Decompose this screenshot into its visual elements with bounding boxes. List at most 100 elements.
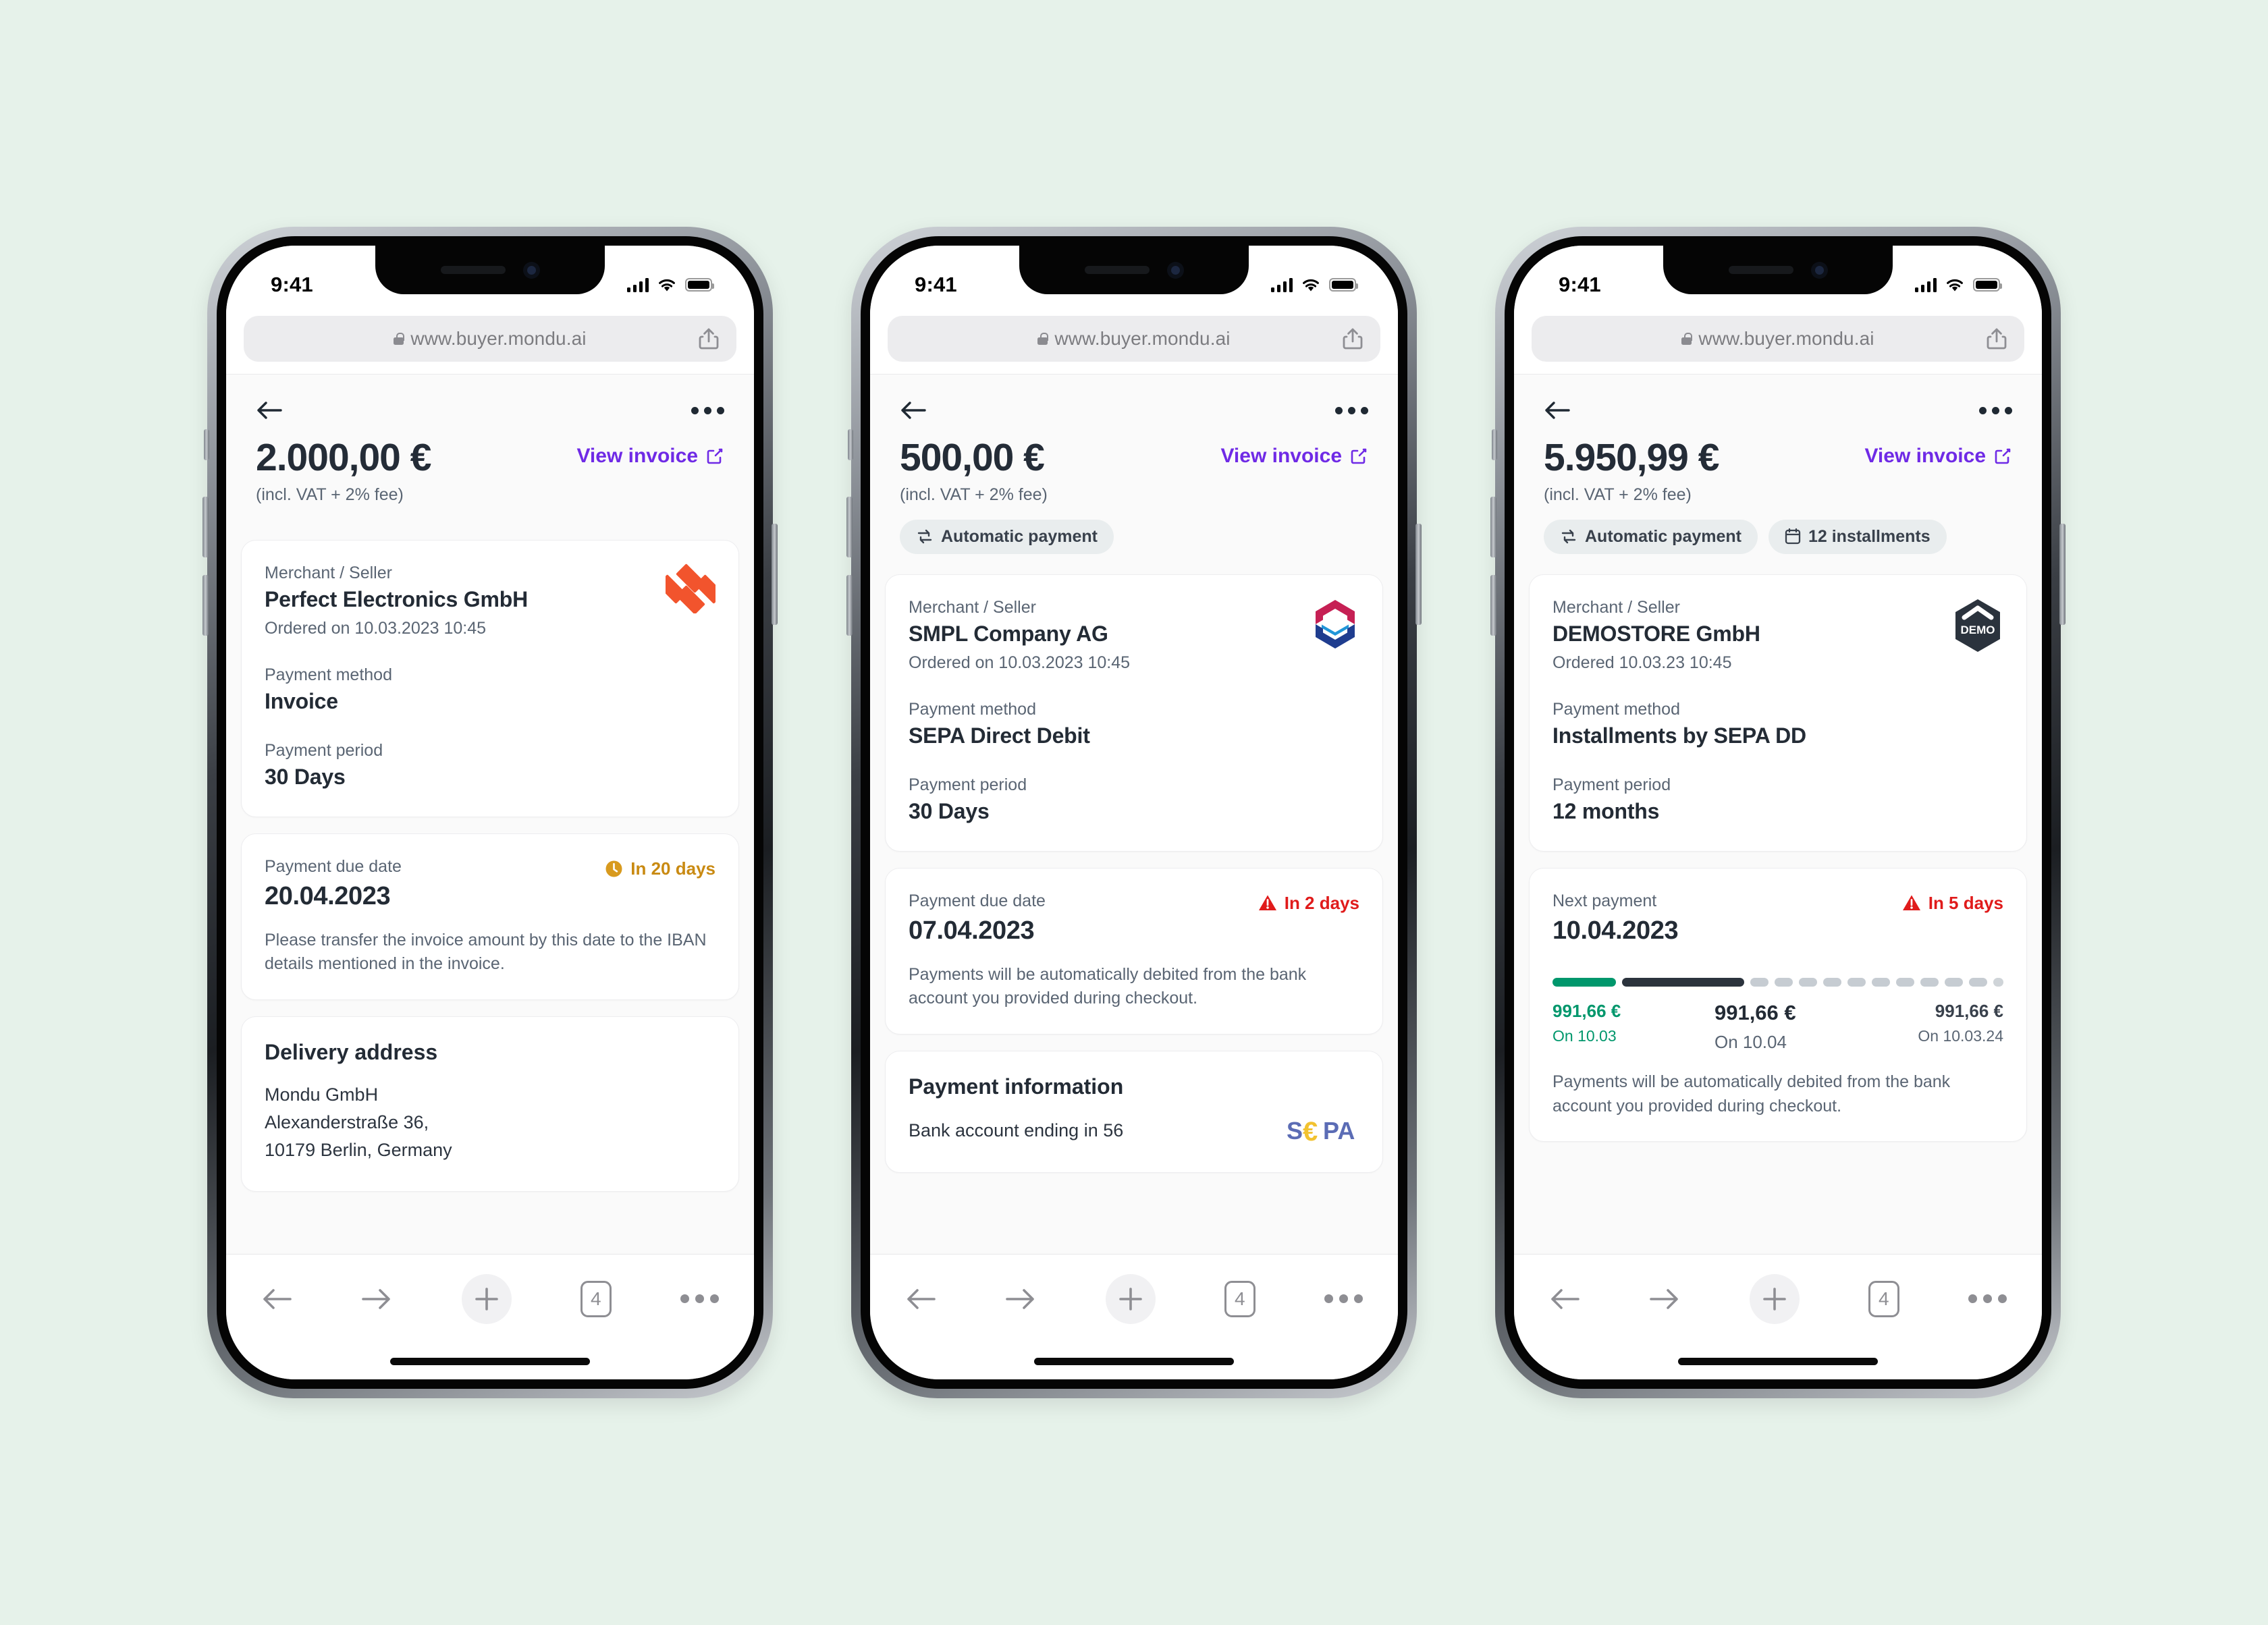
volume-up-button[interactable] — [202, 497, 209, 557]
payment-period-value: 12 months — [1552, 798, 1660, 823]
installment-segment-pending — [1823, 977, 1841, 987]
installment-markers: 991,66 € On 10.03 991,66 € On 10.04 991,… — [1552, 1000, 2003, 1053]
svg-text:DEMO: DEMO — [1961, 624, 1995, 636]
status-time: 9:41 — [271, 273, 313, 296]
more-dots-icon[interactable] — [691, 406, 724, 414]
arrow-left-icon[interactable] — [1544, 400, 1571, 420]
power-button[interactable] — [772, 524, 778, 625]
volume-down-button[interactable] — [1490, 575, 1496, 636]
new-tab-button[interactable] — [461, 1273, 512, 1324]
battery-icon — [1973, 278, 2002, 292]
more-dots-icon[interactable] — [1335, 406, 1368, 414]
volume-down-button[interactable] — [202, 575, 209, 636]
browser-toolbar: 4 — [1514, 1254, 2042, 1343]
merchant-label: Merchant / Seller — [265, 563, 392, 582]
tab-count-text: 4 — [1878, 1288, 1889, 1309]
arrow-left-icon[interactable] — [900, 400, 927, 420]
svg-text:S: S — [1287, 1117, 1303, 1145]
new-tab-button[interactable] — [1105, 1273, 1156, 1324]
view-invoice-link[interactable]: View invoice — [1864, 437, 2012, 468]
app-nav-row — [1514, 375, 2042, 424]
battery-icon — [685, 278, 714, 292]
address-bar[interactable]: www.buyer.mondu.ai — [244, 316, 736, 362]
merchant-name: SMPL Company AG — [909, 621, 1108, 646]
due-date-value: 20.04.2023 — [265, 881, 391, 910]
address-bar[interactable]: www.buyer.mondu.ai — [1532, 316, 2024, 362]
silent-switch[interactable] — [204, 429, 209, 460]
payment-method-field: Payment method Invoice — [265, 665, 716, 714]
auto-repeat-icon — [1561, 530, 1576, 544]
new-tab-button[interactable] — [1749, 1273, 1800, 1324]
url-bar-container: www.buyer.mondu.ai — [870, 313, 1398, 374]
external-link-icon — [1351, 448, 1367, 464]
delivery-address-lines: Mondu GmbH Alexanderstraße 36, 10179 Ber… — [265, 1081, 716, 1164]
calendar-icon — [1785, 528, 1801, 545]
installment-segment-pending — [1799, 977, 1817, 987]
merchant-label: Merchant / Seller — [1552, 597, 1680, 617]
pill-automatic-payment: Automatic payment — [900, 519, 1114, 554]
delivery-address-title: Delivery address — [265, 1039, 438, 1064]
more-dots-icon[interactable] — [1979, 406, 2012, 414]
page-content: 2.000,00 € View invoice (incl. VAT + 2% … — [226, 374, 754, 1254]
tab-count-button[interactable]: 4 — [1224, 1280, 1256, 1317]
installments-progress-bar — [1552, 977, 2003, 987]
status-time: 9:41 — [1559, 273, 1601, 296]
lock-icon — [1037, 333, 1048, 345]
page-content: 500,00 € View invoice (incl. VAT + 2% fe… — [870, 374, 1398, 1254]
pill-label: 12 installments — [1808, 526, 1931, 546]
share-icon[interactable] — [699, 327, 719, 350]
silent-switch[interactable] — [848, 429, 853, 460]
view-invoice-label: View invoice — [1864, 445, 1986, 467]
volume-up-button[interactable] — [846, 497, 853, 557]
browser-back-icon[interactable] — [261, 1287, 292, 1311]
arrow-left-icon[interactable] — [256, 400, 283, 420]
view-invoice-link[interactable]: View invoice — [576, 437, 724, 468]
svg-text:€: € — [1303, 1117, 1318, 1145]
status-indicators — [626, 277, 714, 292]
merchant-label: Merchant / Seller — [909, 597, 1036, 617]
address-bar[interactable]: www.buyer.mondu.ai — [888, 316, 1380, 362]
tab-count-button[interactable]: 4 — [1868, 1280, 1899, 1317]
browser-toolbar: 4 — [226, 1254, 754, 1343]
payment-due-card: Payment due date In 2 days 07.04.2023 Pa… — [885, 867, 1383, 1035]
payment-method-label: Payment method — [265, 665, 392, 684]
plus-icon — [1118, 1287, 1142, 1311]
next-payment-label: Next payment — [1552, 891, 1657, 910]
payment-period-field: Payment period 30 Days — [909, 775, 1359, 824]
browser-forward-icon[interactable] — [1649, 1287, 1680, 1311]
installment-segment-pending — [1750, 977, 1769, 987]
front-camera-icon — [1810, 261, 1828, 279]
browser-more-icon[interactable] — [1968, 1294, 2007, 1303]
power-button[interactable] — [1415, 524, 1422, 625]
share-icon[interactable] — [1343, 327, 1363, 350]
app-nav-row — [870, 375, 1398, 424]
installment-segment-pending — [1847, 977, 1866, 987]
phone-sepa: 9:41 www.buyer.mondu.ai 500,00 € View in… — [846, 227, 1422, 1398]
browser-more-icon[interactable] — [680, 1294, 719, 1303]
installment-segment-pending — [1896, 977, 1914, 987]
cellular-signal-icon — [626, 277, 649, 292]
share-icon[interactable] — [1987, 327, 2007, 350]
order-amount: 5.950,99 € — [1544, 436, 1719, 479]
payment-due-card: Payment due date In 20 days 20.04.2023 P… — [241, 833, 739, 1000]
browser-more-icon[interactable] — [1324, 1294, 1363, 1303]
volume-down-button[interactable] — [846, 575, 853, 636]
status-badge-text: In 20 days — [630, 858, 716, 879]
merchant-name: DEMOSTORE GmbH — [1552, 621, 1760, 646]
installment-segment-next — [1622, 977, 1744, 987]
browser-forward-icon[interactable] — [361, 1287, 392, 1311]
volume-up-button[interactable] — [1490, 497, 1496, 557]
phone-screen: 9:41 www.buyer.mondu.ai — [226, 246, 754, 1379]
browser-back-icon[interactable] — [1549, 1287, 1580, 1311]
silent-switch[interactable] — [1492, 429, 1497, 460]
home-indicator — [870, 1343, 1398, 1379]
power-button[interactable] — [2059, 524, 2066, 625]
view-invoice-link[interactable]: View invoice — [1220, 437, 1368, 468]
perfect-electronics-logo — [666, 563, 716, 613]
payment-method-value: Invoice — [265, 688, 338, 713]
status-badge: In 2 days — [1258, 891, 1359, 914]
browser-back-icon[interactable] — [905, 1287, 936, 1311]
view-invoice-label: View invoice — [576, 445, 698, 467]
tab-count-button[interactable]: 4 — [580, 1280, 612, 1317]
browser-forward-icon[interactable] — [1005, 1287, 1036, 1311]
